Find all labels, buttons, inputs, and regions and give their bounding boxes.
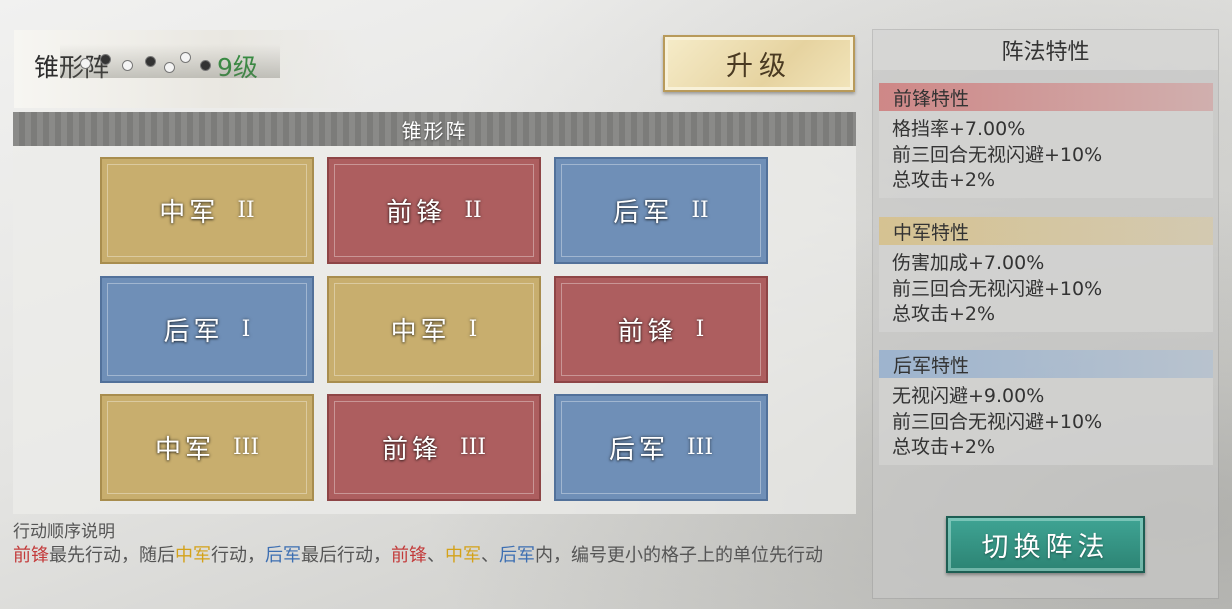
cell-frame xyxy=(334,401,534,494)
cell-frame xyxy=(107,164,307,257)
keyword-mid: 中军 xyxy=(175,545,211,566)
order-text: 、 xyxy=(481,545,499,566)
go-board-illustration xyxy=(60,44,280,78)
cell-frame xyxy=(107,283,307,376)
cell-frame xyxy=(561,164,761,257)
keyword-rear: 后军 xyxy=(265,545,301,566)
trait-line: 总攻击+2% xyxy=(892,169,996,191)
cell-front-3[interactable]: 前锋 III xyxy=(327,394,541,501)
cell-frame xyxy=(561,401,761,494)
order-text: 最后行动， xyxy=(301,545,391,566)
order-text: 最先行动，随后 xyxy=(49,545,175,566)
cell-mid-2[interactable]: 中军 II xyxy=(100,157,314,264)
trait-line: 总攻击+2% xyxy=(892,303,996,325)
cell-frame xyxy=(561,283,761,376)
cell-rear-3[interactable]: 后军 III xyxy=(554,394,768,501)
cell-rear-1[interactable]: 后军 I xyxy=(100,276,314,383)
trait-line: 前三回合无视闪避+10% xyxy=(892,143,1103,166)
cell-mid-1[interactable]: 中军 I xyxy=(327,276,541,383)
trait-line: 前三回合无视闪避+10% xyxy=(892,410,1103,433)
keyword-mid: 中军 xyxy=(445,545,481,566)
front-traits: 前锋特性 格挡率+7.00% 前三回合无视闪避+10% 总攻击+2% xyxy=(879,83,1213,198)
cell-rear-2[interactable]: 后军 II xyxy=(554,157,768,264)
upgrade-button[interactable]: 升级 xyxy=(663,35,855,92)
grid-title: 锥形阵 xyxy=(401,118,468,143)
order-title: 行动顺序说明 xyxy=(13,522,115,542)
keyword-front: 前锋 xyxy=(13,545,49,566)
front-traits-heading: 前锋特性 xyxy=(879,83,1213,111)
cell-frame xyxy=(107,401,307,494)
traits-title: 阵法特性 xyxy=(873,30,1218,70)
trait-line: 无视闪避+9.00% xyxy=(892,385,1045,407)
formation-grid-panel: 锥形阵 中军 II 前锋 II 后军 II 后军 I 中军 I 前锋 I 中军 … xyxy=(13,112,856,514)
trait-line: 总攻击+2% xyxy=(892,436,996,458)
switch-formation-button[interactable]: 切换阵法 xyxy=(946,516,1145,573)
cell-front-1[interactable]: 前锋 I xyxy=(554,276,768,383)
order-text: 、 xyxy=(427,545,445,566)
order-text: 内，编号更小的格子上的单位先行动 xyxy=(535,545,823,566)
cell-frame xyxy=(334,164,534,257)
cell-front-2[interactable]: 前锋 II xyxy=(327,157,541,264)
trait-line: 格挡率+7.00% xyxy=(892,118,1026,140)
keyword-rear: 后军 xyxy=(499,545,535,566)
cell-frame xyxy=(334,283,534,376)
order-description: 前锋最先行动，随后中军行动，后军最后行动，前锋、中军、后军内，编号更小的格子上的… xyxy=(13,543,863,568)
grid-title-bar: 锥形阵 xyxy=(13,112,856,146)
trait-line: 伤害加成+7.00% xyxy=(892,252,1045,274)
mid-traits-heading: 中军特性 xyxy=(879,217,1213,245)
mid-traits: 中军特性 伤害加成+7.00% 前三回合无视闪避+10% 总攻击+2% xyxy=(879,217,1213,332)
rear-traits: 后军特性 无视闪避+9.00% 前三回合无视闪避+10% 总攻击+2% xyxy=(879,350,1213,465)
traits-panel: 阵法特性 前锋特性 格挡率+7.00% 前三回合无视闪避+10% 总攻击+2% … xyxy=(873,30,1218,598)
keyword-front: 前锋 xyxy=(391,545,427,566)
order-text: 行动， xyxy=(211,545,265,566)
rear-traits-heading: 后军特性 xyxy=(879,350,1213,378)
trait-line: 前三回合无视闪避+10% xyxy=(892,277,1103,300)
cell-mid-3[interactable]: 中军 III xyxy=(100,394,314,501)
